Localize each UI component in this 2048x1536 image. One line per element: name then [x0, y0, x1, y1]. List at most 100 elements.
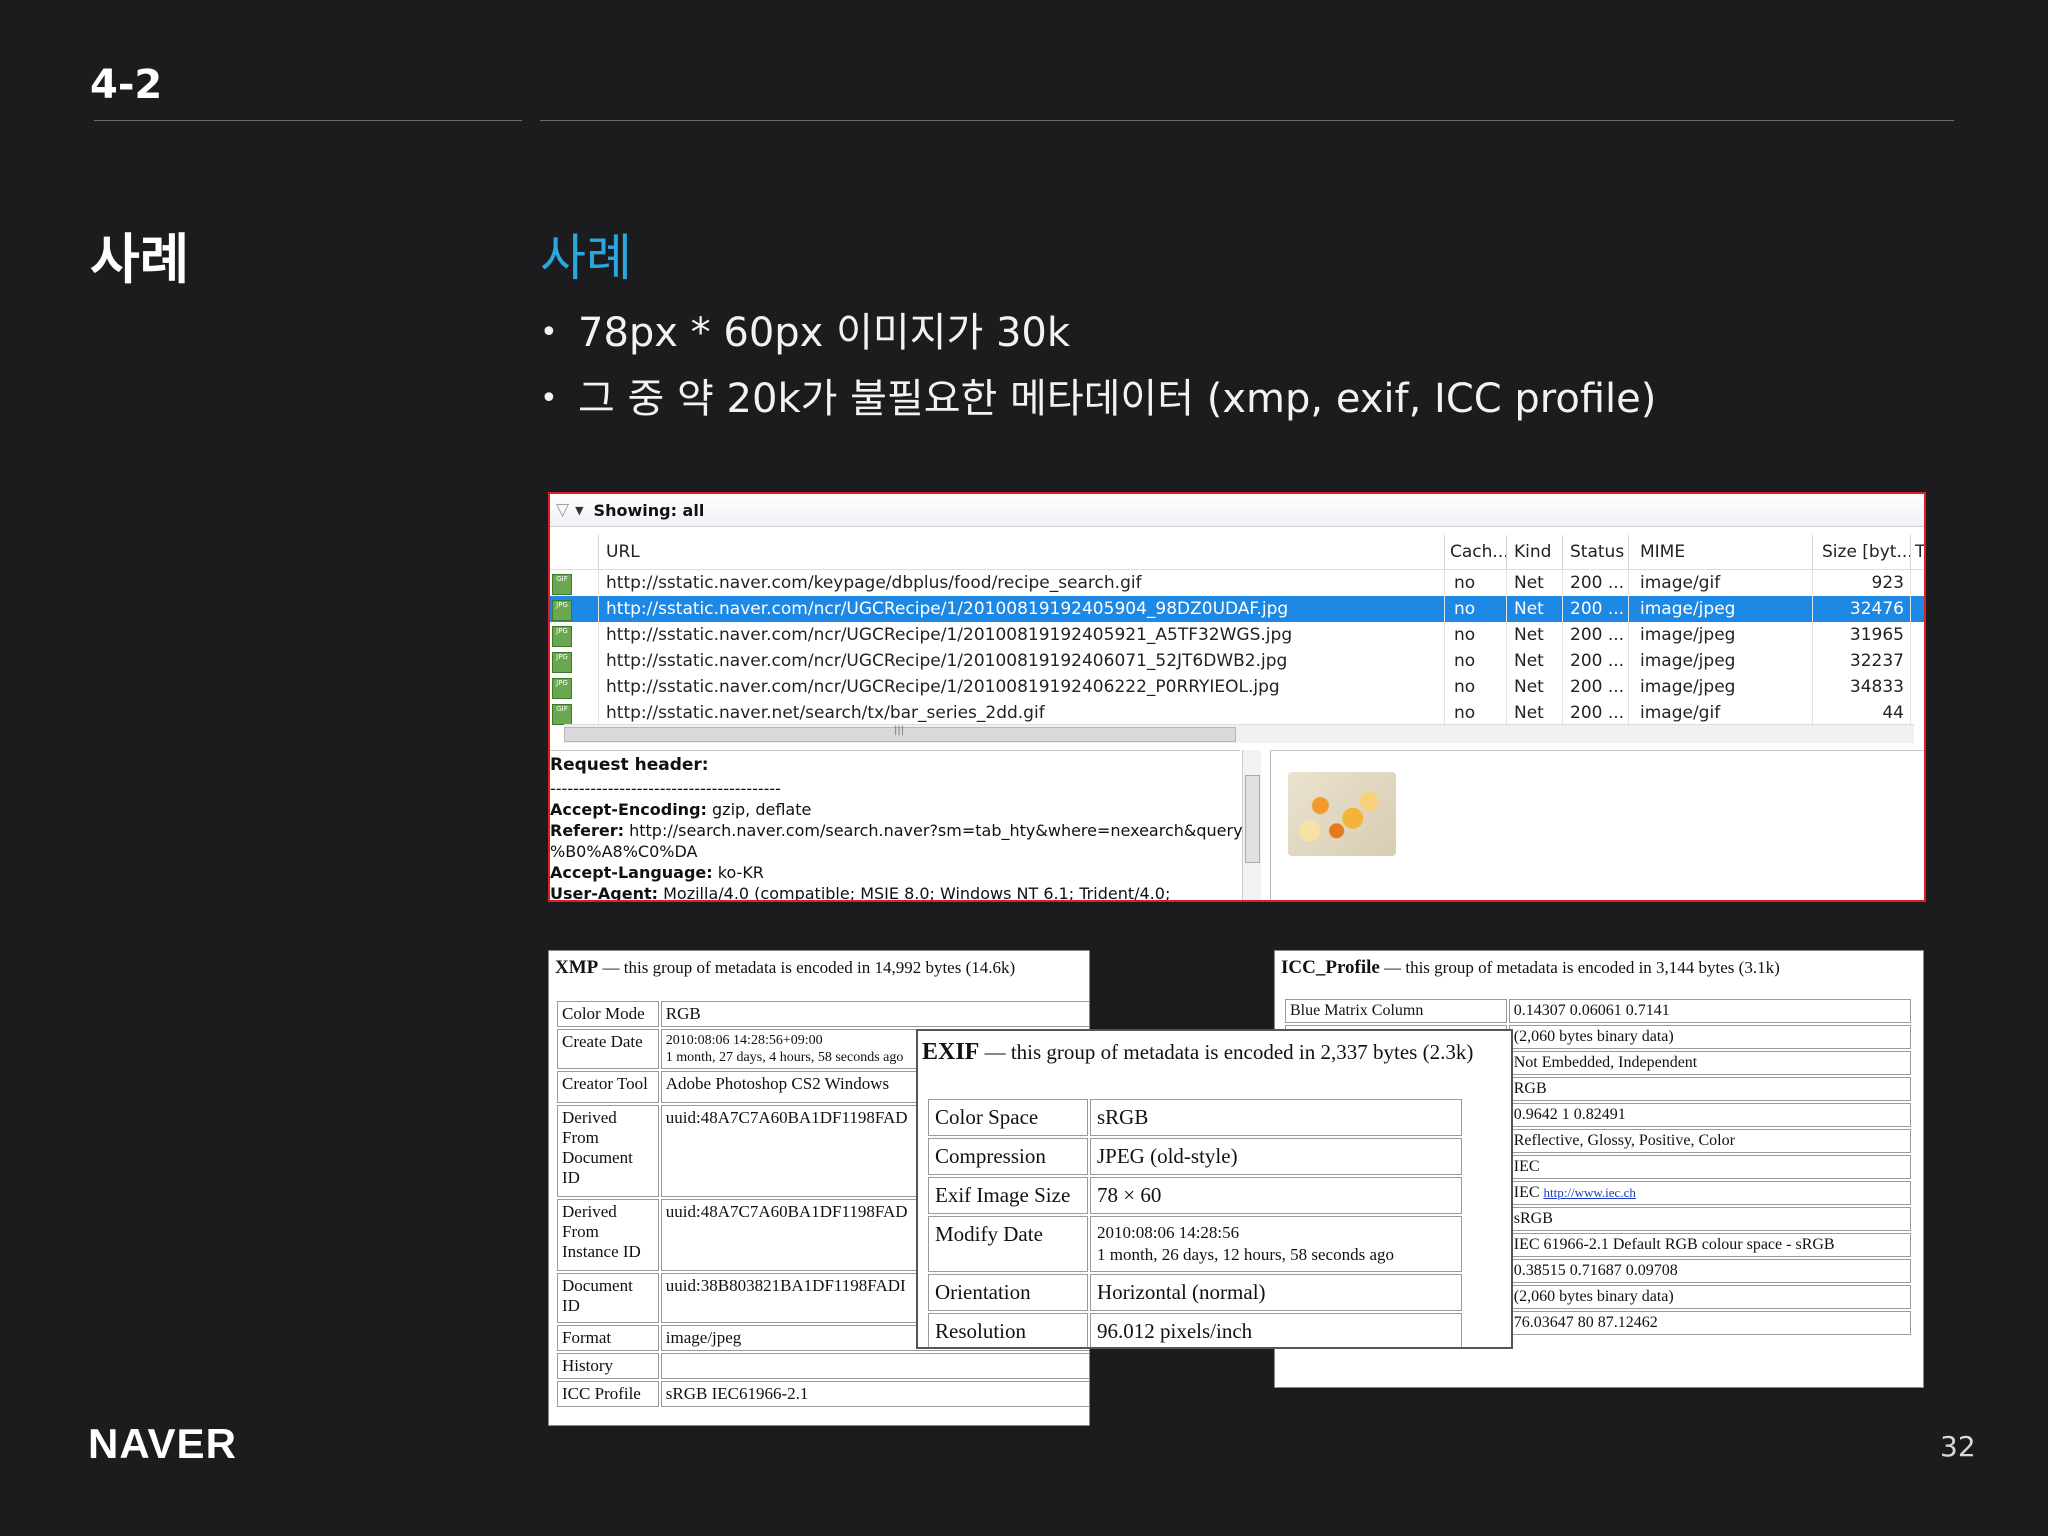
table-header: URL Cach... Kind Status MIME Size [byt..… [550, 535, 1924, 570]
table-row: Color Space sRGB [928, 1099, 1462, 1136]
column-status[interactable]: Status [1570, 542, 1624, 562]
cache-cell: no [1454, 651, 1476, 671]
table-row[interactable]: JPG http://sstatic.naver.com/ncr/UGCRecip… [550, 596, 1924, 622]
file-type-icon: GIF [552, 704, 572, 725]
table-row: Color Mode RGB [557, 1001, 1089, 1027]
size-cell: 32476 [1849, 599, 1904, 619]
bullet-item: 78px * 60px 이미지가 30k [540, 300, 1656, 366]
kind-cell: Net [1514, 573, 1544, 593]
exif-table: Color Space sRGB Compression JPEG (old-sty… [926, 1097, 1464, 1347]
file-type-icon: JPG [552, 678, 572, 699]
status-cell: 200 ... [1570, 573, 1625, 593]
header-line: Referer: http://search.naver.com/search.… [550, 821, 1256, 840]
kind-cell: Net [1514, 703, 1544, 723]
image-preview-pane [1270, 750, 1924, 900]
table-row[interactable]: GIF http://sstatic.naver.net/search/tx/ba… [550, 700, 1924, 726]
iec-link[interactable]: http://www.iec.ch [1544, 1185, 1636, 1200]
request-header-divider: ---------------------------------------- [550, 779, 781, 798]
status-cell: 200 ... [1570, 625, 1625, 645]
file-type-icon: JPG [552, 600, 572, 621]
status-cell: 200 ... [1570, 651, 1625, 671]
network-log-panel: ▽ ▼ Showing: all URL Cach... Kind Status… [548, 492, 1926, 902]
header-line: Accept-Language: ko-KR [550, 863, 764, 882]
triangle-down-icon[interactable]: ▼ [575, 504, 583, 517]
filter-toolbar[interactable]: ▽ ▼ Showing: all [550, 494, 1924, 527]
status-cell: 200 ... [1570, 703, 1625, 723]
xmp-caption: XMP — this group of metadata is encoded … [555, 957, 1016, 978]
request-list: GIF http://sstatic.naver.com/keypage/dbpl… [550, 570, 1924, 726]
size-cell: 34833 [1849, 677, 1904, 697]
table-row: Exif Image Size 78 × 60 [928, 1177, 1462, 1214]
content-title: 사례 [540, 229, 632, 287]
exif-metadata-panel: EXIF — this group of metadata is encoded… [916, 1029, 1513, 1349]
size-cell: 44 [1882, 703, 1904, 723]
request-url: http://sstatic.naver.com/ncr/UGCRecipe/1… [606, 677, 1280, 697]
cache-cell: no [1454, 599, 1476, 619]
request-url: http://sstatic.naver.com/ncr/UGCRecipe/1… [606, 625, 1293, 645]
horizontal-scrollbar[interactable]: ||| [564, 724, 1914, 743]
section-title: 사례 [90, 228, 190, 291]
table-row: Modify Date 2010:08:06 14:28:56 1 month, 2… [928, 1216, 1462, 1272]
request-url: http://sstatic.naver.com/ncr/UGCRecipe/1… [606, 599, 1289, 619]
table-row: History [557, 1353, 1089, 1379]
cache-cell: no [1454, 703, 1476, 723]
naver-logo: NAVER [88, 1420, 237, 1467]
table-row[interactable]: JPG http://sstatic.naver.com/ncr/UGCRecip… [550, 674, 1924, 700]
table-row: Orientation Horizontal (normal) [928, 1274, 1462, 1311]
request-url: http://sstatic.naver.com/ncr/UGCRecipe/1… [606, 651, 1288, 671]
section-number: 4-2 [90, 62, 163, 108]
file-type-icon: JPG [552, 626, 572, 647]
mime-cell: image/gif [1640, 703, 1721, 723]
request-url: http://sstatic.naver.com/keypage/dbplus/… [606, 573, 1142, 593]
table-row[interactable]: JPG http://sstatic.naver.com/ncr/UGCRecip… [550, 648, 1924, 674]
table-row: Compression JPEG (old-style) [928, 1138, 1462, 1175]
page-number: 32 [1940, 1430, 1976, 1463]
mime-cell: image/jpeg [1640, 625, 1736, 645]
grip-icon: ||| [894, 725, 905, 736]
kind-cell: Net [1514, 651, 1544, 671]
kind-cell: Net [1514, 599, 1544, 619]
filter-label: Showing: all [593, 500, 705, 520]
request-header-title: Request header: [550, 755, 709, 775]
header-divider-right [540, 120, 1954, 121]
cache-cell: no [1454, 573, 1476, 593]
bullet-item: 그 중 약 20k가 불필요한 메타데이터 (xmp, exif, ICC pr… [540, 366, 1656, 432]
header-divider-left [94, 120, 522, 121]
header-line: Accept-Encoding: gzip, deflate [550, 800, 812, 819]
icc-caption: ICC_Profile — this group of metadata is … [1281, 957, 1780, 978]
exif-caption: EXIF — this group of metadata is encoded… [922, 1039, 1474, 1065]
size-cell: 923 [1871, 573, 1904, 593]
size-cell: 31965 [1849, 625, 1904, 645]
funnel-icon[interactable]: ▽ [556, 500, 569, 520]
mime-cell: image/jpeg [1640, 599, 1736, 619]
column-type[interactable]: T [1915, 542, 1924, 562]
mime-cell: image/jpeg [1640, 677, 1736, 697]
bullet-list: 78px * 60px 이미지가 30k 그 중 약 20k가 불필요한 메타데… [540, 300, 1656, 432]
scrollbar-thumb[interactable] [1245, 775, 1260, 863]
header-line: %B0%A8%C0%DA [550, 842, 698, 861]
column-cache[interactable]: Cach... [1450, 542, 1509, 562]
mime-cell: image/gif [1640, 573, 1721, 593]
mime-cell: image/jpeg [1640, 651, 1736, 671]
column-mime[interactable]: MIME [1640, 542, 1685, 562]
vertical-scrollbar[interactable] [1242, 750, 1261, 900]
cache-cell: no [1454, 625, 1476, 645]
header-line: User-Agent: Mozilla/4.0 (compatible; MSI… [550, 884, 1171, 902]
file-type-icon: GIF [552, 574, 572, 595]
table-row[interactable]: GIF http://sstatic.naver.com/keypage/dbpl… [550, 570, 1924, 596]
table-row: Blue Matrix Column 0.14307 0.06061 0.7141 [1285, 999, 1911, 1023]
status-cell: 200 ... [1570, 677, 1625, 697]
table-row[interactable]: JPG http://sstatic.naver.com/ncr/UGCRecip… [550, 622, 1924, 648]
column-url[interactable]: URL [606, 542, 640, 562]
column-kind[interactable]: Kind [1514, 542, 1551, 562]
table-row: Resolution 96.012 pixels/inch [928, 1313, 1462, 1347]
kind-cell: Net [1514, 625, 1544, 645]
column-size[interactable]: Size [byt... [1822, 542, 1913, 562]
table-row: ICC Profile sRGB IEC61966-2.1 [557, 1381, 1089, 1407]
status-cell: 200 ... [1570, 599, 1625, 619]
file-type-icon: JPG [552, 652, 572, 673]
request-header-pane: Request header: ------------------------… [550, 750, 1256, 902]
cache-cell: no [1454, 677, 1476, 697]
size-cell: 32237 [1849, 651, 1904, 671]
kind-cell: Net [1514, 677, 1544, 697]
